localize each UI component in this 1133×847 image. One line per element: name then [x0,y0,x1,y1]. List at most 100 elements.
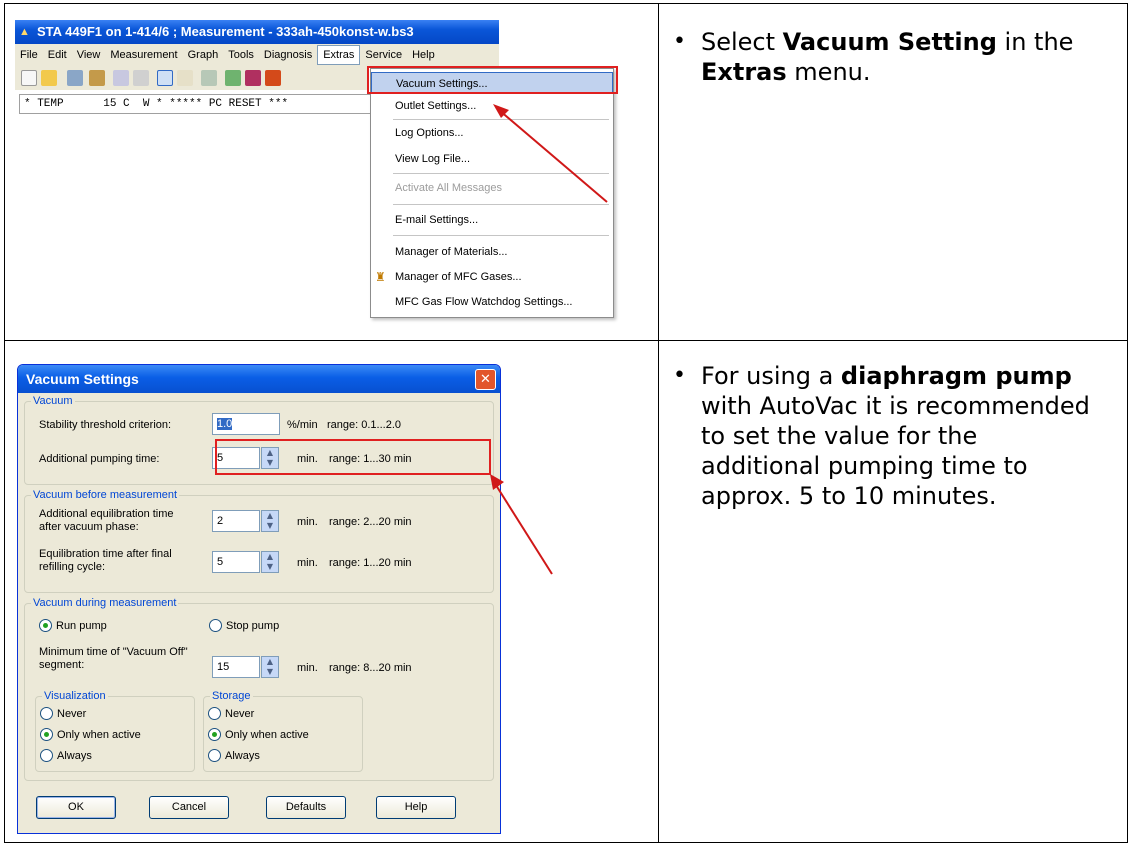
menu-tools[interactable]: Tools [223,44,259,66]
vacuum-settings-dialog: Vacuum Settings ✕ Vacuum Stability thres… [17,364,501,834]
run-pump-label[interactable]: Run pump [56,620,107,633]
clock-icon[interactable] [157,70,173,86]
start-icon[interactable] [113,70,129,86]
bullet-dot: • [673,363,686,388]
spin-up-icon[interactable]: ▲ [262,552,278,562]
equil-time-input[interactable]: 2 [212,510,260,532]
storage-active-label[interactable]: Only when active [225,729,309,742]
storage-always-radio[interactable] [208,749,221,762]
dialog-title-bar: Vacuum Settings ✕ [18,365,500,393]
menu-help[interactable]: Help [407,44,440,66]
group-label: Vacuum before measurement [31,488,180,502]
close-icon[interactable]: ✕ [475,369,496,390]
wrench-icon[interactable] [89,70,105,86]
spin-down-icon[interactable]: ▼ [262,562,278,572]
menu-item-manager-of-mfc-gases[interactable]: ♜ Manager of MFC Gases... [371,266,613,288]
table-column-divider [658,4,659,842]
app-window-screenshot: ▲ STA 449F1 on 1-414/6 ; Measurement - 3… [15,20,642,325]
menu-bar: File Edit View Measurement Graph Tools Diagnos… [15,44,499,66]
bullet-dot: • [673,29,686,54]
menu-service[interactable]: Service [360,44,407,66]
chart-icon[interactable] [201,70,217,86]
visualization-always-label[interactable]: Always [57,750,92,763]
visualization-active-radio[interactable] [40,728,53,741]
equil-range: range: 2...20 min [329,516,412,528]
refill-time-input[interactable]: 5 [212,551,260,573]
pencil-icon[interactable] [177,70,193,86]
equil-unit: min. [297,516,318,528]
visualization-never-label[interactable]: Never [57,708,86,721]
visualization-group: Visualization Never Only when active Alw… [35,689,195,772]
min-time-input[interactable]: 15 [212,656,260,678]
menu-separator [393,235,609,236]
highlight-box [215,439,491,475]
stability-input[interactable]: 1.0 [212,413,280,435]
spin-up-icon[interactable]: ▲ [262,657,278,667]
ok-button[interactable]: OK [36,796,116,819]
help-button[interactable]: Help [376,796,456,819]
open-folder-icon[interactable] [41,70,57,86]
visualization-active-label[interactable]: Only when active [57,729,141,742]
pointer-arrow [490,474,553,575]
menu-item-manager-of-materials[interactable]: Manager of Materials... [371,241,613,263]
min-time-spinner[interactable]: ▲ ▼ [261,656,279,678]
group-label: Vacuum [31,394,75,408]
gas-bottles-icon[interactable] [245,70,261,86]
menu-diagnosis[interactable]: Diagnosis [259,44,317,66]
stop-pump-label[interactable]: Stop pump [226,620,279,633]
connect-icon[interactable] [225,70,241,86]
run-pump-radio[interactable] [39,619,52,632]
gas-bottles-icon: ♜ [375,270,386,284]
status-line: * TEMP 15 C W * ***** PC RESET *** [19,94,371,114]
app-title-bar: ▲ STA 449F1 on 1-414/6 ; Measurement - 3… [15,20,499,44]
refill-time-spinner[interactable]: ▲ ▼ [261,551,279,573]
pumping-time-label: Additional pumping time: [39,453,160,465]
stop-pump-radio[interactable] [209,619,222,632]
highlight-box [367,66,618,94]
thermometer-icon[interactable] [265,70,281,86]
visualization-never-radio[interactable] [40,707,53,720]
group-label: Visualization [42,689,108,703]
min-time-range: range: 8...20 min [329,662,412,674]
defaults-button[interactable]: Defaults [266,796,346,819]
vacuum-before-group: Vacuum before measurement Additional equ… [24,488,494,593]
storage-active-radio[interactable] [208,728,221,741]
spin-up-icon[interactable]: ▲ [262,511,278,521]
stability-unit: %/min [287,419,318,431]
storage-never-label[interactable]: Never [225,708,254,721]
equil-time-spinner[interactable]: ▲ ▼ [261,510,279,532]
app-icon: ▲ [19,26,30,38]
group-label: Vacuum during measurement [31,596,179,610]
group-label: Storage [210,689,253,703]
menu-measurement[interactable]: Measurement [105,44,182,66]
new-file-icon[interactable] [21,70,37,86]
min-time-label: Minimum time of "Vacuum Off" segment: [39,646,188,671]
search-icon[interactable] [67,70,83,86]
table-row-divider [5,340,1127,341]
menu-extras[interactable]: Extras [317,45,361,65]
menu-view[interactable]: View [72,44,106,66]
spin-down-icon[interactable]: ▼ [262,521,278,531]
menu-item-email-settings[interactable]: E-mail Settings... [371,209,613,231]
menu-item-mfc-gas-flow-watchdog[interactable]: MFC Gas Flow Watchdog Settings... [371,291,613,313]
stop-icon[interactable] [133,70,149,86]
instruction-step-2: For using a diaphragm pump with AutoVac … [701,362,1090,510]
min-time-unit: min. [297,662,318,674]
refill-range: range: 1...20 min [329,557,412,569]
dialog-title: Vacuum Settings [26,371,139,387]
storage-group: Storage Never Only when active Always [203,689,363,772]
equil-label: Additional equilibration time after vacuu… [39,508,174,533]
storage-always-label[interactable]: Always [225,750,260,763]
spin-down-icon[interactable]: ▼ [262,667,278,677]
stability-range: range: 0.1...2.0 [327,419,401,431]
stability-label: Stability threshold criterion: [39,419,172,431]
refill-unit: min. [297,557,318,569]
visualization-always-radio[interactable] [40,749,53,762]
cancel-button[interactable]: Cancel [149,796,229,819]
vacuum-during-group: Vacuum during measurement Run pump Stop … [24,596,494,781]
instruction-step-1: Select Vacuum Setting in the Extras menu… [701,28,1074,86]
menu-graph[interactable]: Graph [183,44,224,66]
menu-edit[interactable]: Edit [43,44,72,66]
storage-never-radio[interactable] [208,707,221,720]
menu-file[interactable]: File [15,44,43,66]
